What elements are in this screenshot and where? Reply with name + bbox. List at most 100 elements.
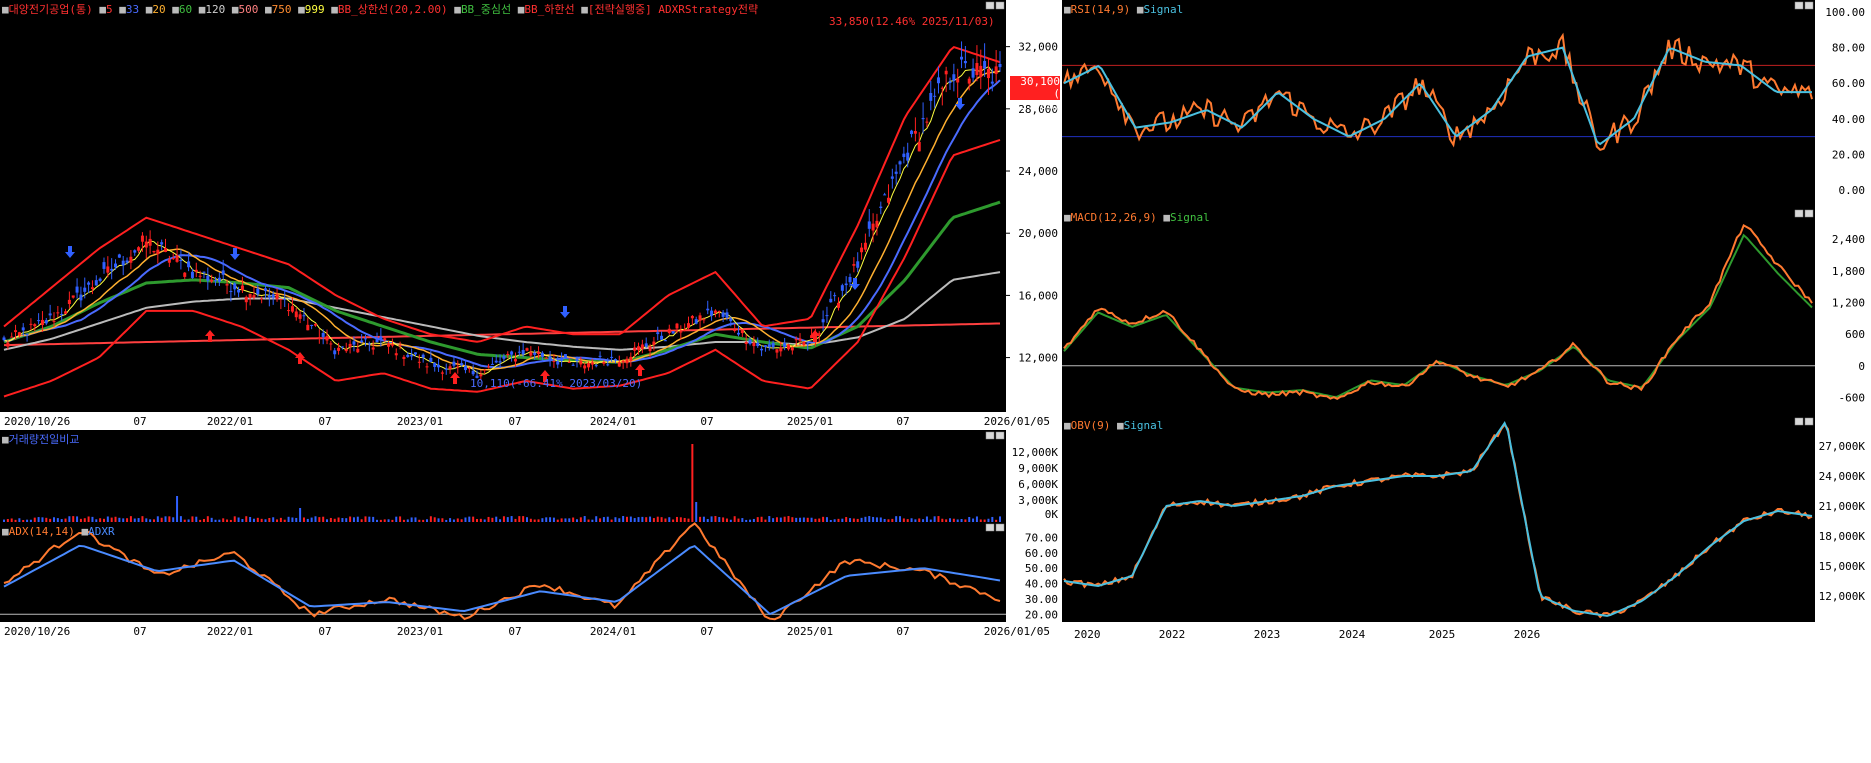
- legend-item: 5: [106, 3, 113, 16]
- candle-body: [10, 336, 14, 338]
- rsi-legend: ■RSI(14,9) ■Signal: [1064, 3, 1183, 16]
- candle-body: [190, 271, 194, 278]
- candle-body: [56, 312, 60, 314]
- candle-body: [517, 351, 521, 353]
- candle-body: [267, 295, 271, 298]
- candle-body: [533, 352, 537, 355]
- rsi-chart-panel[interactable]: 100.00 80.00 60.00 40.00 20.00 0.00 ■RSI(14,9…: [1062, 0, 1871, 208]
- candle-body: [975, 63, 979, 76]
- legend-item: RSI(14,9): [1071, 3, 1131, 16]
- y-tick-label: 1,200: [1832, 296, 1865, 309]
- minimize-icon[interactable]: [985, 431, 995, 440]
- candle-body: [852, 264, 856, 266]
- candle-body: [356, 348, 360, 353]
- close-icon[interactable]: [1804, 417, 1814, 426]
- y-tick-label: 12,000K: [1012, 446, 1059, 459]
- candle-body: [256, 288, 260, 295]
- candle-body: [717, 310, 721, 312]
- close-icon[interactable]: [1804, 209, 1814, 218]
- candle-body: [771, 343, 775, 348]
- candle-body: [660, 335, 664, 340]
- adx-chart-panel[interactable]: 70.00 60.00 50.00 40.00 30.00 20.00 2020/10/2…: [0, 522, 1062, 763]
- x-tick-label: 2022: [1159, 628, 1186, 641]
- candle-body: [394, 353, 398, 356]
- close-icon[interactable]: [1804, 1, 1814, 10]
- candle-body: [675, 323, 679, 329]
- candle-body: [952, 74, 956, 81]
- x-tick-label: 07: [318, 625, 331, 638]
- x-tick-label: 07: [896, 625, 909, 638]
- candle-body: [275, 294, 279, 300]
- candle-body: [302, 315, 306, 317]
- candle-body: [210, 279, 214, 282]
- candle-body: [713, 310, 717, 314]
- candle-body: [752, 342, 756, 347]
- close-icon[interactable]: [995, 523, 1005, 532]
- x-tick-label: 07: [508, 415, 521, 428]
- candle-body: [840, 285, 844, 291]
- candle-body: [644, 343, 648, 347]
- candle-body: [760, 348, 764, 351]
- y-tick-label: 2,400: [1832, 233, 1865, 246]
- candle-body: [48, 313, 52, 316]
- candle-body: [421, 354, 425, 358]
- volume-chart-panel[interactable]: 12,000K 9,000K 6,000K 3,000K 0K ■거래량전일비교: [0, 430, 1062, 522]
- candle-body: [206, 275, 210, 281]
- candle-body: [194, 269, 198, 272]
- candle-body: [963, 61, 967, 64]
- y-tick-label: 20.00: [1832, 148, 1865, 161]
- y-tick-label: 12,000K: [1819, 590, 1866, 603]
- x-tick-label: 2026/01/05: [984, 625, 1050, 638]
- adx-chart[interactable]: 70.00 60.00 50.00 40.00 30.00 20.00 2020/10/2…: [0, 522, 1062, 763]
- candle-body: [383, 338, 387, 341]
- candle-body: [321, 332, 325, 337]
- candle-body: [883, 194, 887, 196]
- price-chart-panel[interactable]: 32,000 28,000 24,000 20,000 16,000 12,000 202…: [0, 0, 1062, 430]
- candle-body: [652, 341, 656, 345]
- x-tick-label: 07: [508, 625, 521, 638]
- candle-body: [637, 346, 641, 351]
- macd-chart[interactable]: 2,400 1,800 1,200 600 0 -600: [1062, 208, 1871, 416]
- svg-text:■OBV(9) ■Signal: ■OBV(9) ■Signal: [1064, 419, 1163, 432]
- x-tick-label: 2020/10/26: [4, 415, 70, 428]
- candle-body: [944, 70, 948, 75]
- candle-body: [360, 340, 364, 343]
- candle-body: [167, 259, 171, 263]
- x-tick-label: 2026: [1514, 628, 1541, 641]
- candle-body: [521, 349, 525, 355]
- candle-body: [498, 361, 502, 363]
- candle-body: [913, 130, 917, 134]
- candle-body: [410, 354, 414, 357]
- legend-item: 33: [126, 3, 139, 16]
- y-tick-label: 60.00: [1025, 547, 1058, 560]
- close-icon[interactable]: [995, 431, 1005, 440]
- candle-body: [183, 272, 187, 277]
- minimize-icon[interactable]: [985, 523, 995, 532]
- candle-body: [171, 258, 175, 260]
- price-chart[interactable]: 32,00028,00024,00020,00016,00012,000 202…: [0, 0, 1062, 430]
- candle-body: [452, 361, 456, 366]
- obv-chart[interactable]: 27,000K 24,000K 21,000K 18,000K 15,000K 12,00…: [1062, 416, 1871, 763]
- candle-body: [529, 352, 533, 356]
- candle-body: [225, 284, 229, 286]
- y-tick-label: 20,000: [1018, 227, 1058, 240]
- candle-body: [137, 247, 141, 251]
- minimize-icon[interactable]: [1794, 417, 1804, 426]
- candle-body: [402, 356, 406, 360]
- candle-body: [90, 287, 94, 290]
- candle-body: [125, 260, 129, 263]
- y-tick-label: 32,000: [1018, 41, 1058, 54]
- legend-item: 999: [305, 3, 325, 16]
- minimize-icon[interactable]: [1794, 1, 1804, 10]
- rsi-chart[interactable]: 100.00 80.00 60.00 40.00 20.00 0.00: [1062, 0, 1871, 208]
- candle-body: [363, 338, 367, 340]
- candle-body: [467, 367, 471, 369]
- candle-body: [748, 339, 752, 344]
- candle-body: [729, 318, 733, 322]
- obv-chart-panel[interactable]: 27,000K 24,000K 21,000K 18,000K 15,000K 12,00…: [1062, 416, 1871, 763]
- candle-body: [656, 332, 660, 335]
- macd-chart-panel[interactable]: 2,400 1,800 1,200 600 0 -600 ■MACD(12,26,9) ■…: [1062, 208, 1871, 416]
- minimize-icon[interactable]: [1794, 209, 1804, 218]
- candle-body: [821, 319, 825, 323]
- x-tick-label: 2020: [1074, 628, 1101, 641]
